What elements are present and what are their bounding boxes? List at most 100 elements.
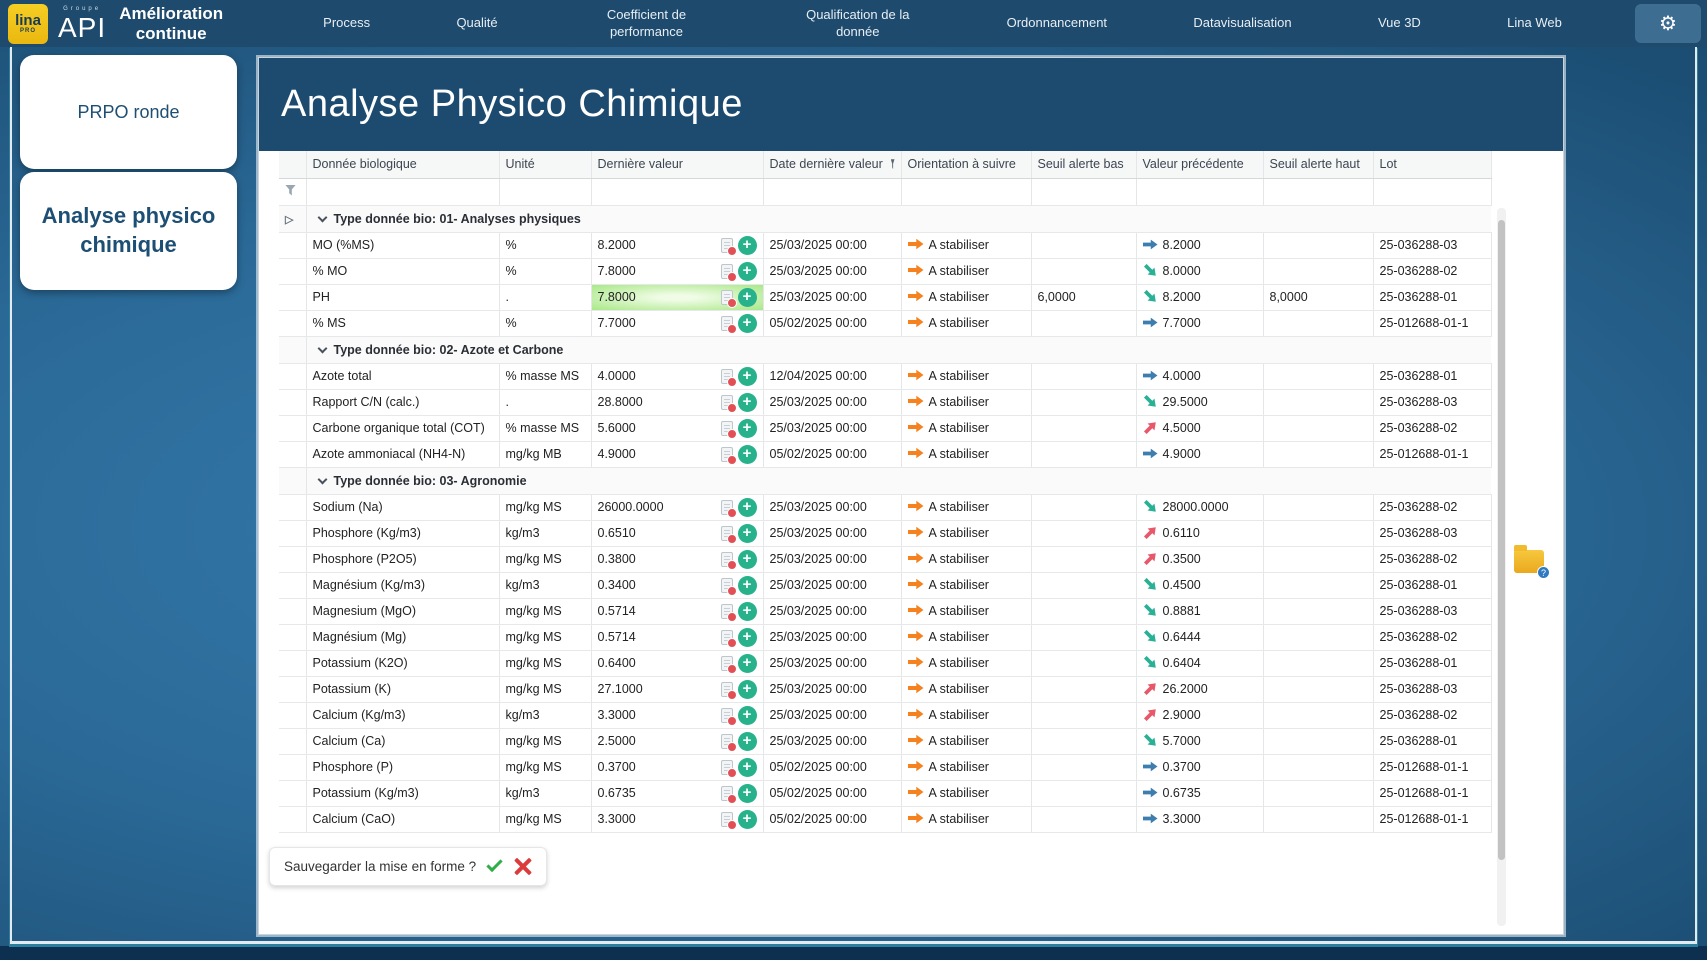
vertical-scrollbar[interactable] xyxy=(1497,208,1506,926)
filter-cell-unite[interactable] xyxy=(499,178,591,205)
history-document-icon[interactable] xyxy=(721,290,733,305)
table-row[interactable]: Magnesium (MgO)mg/kg MS0.5714+25/03/2025… xyxy=(279,598,1491,624)
history-document-icon[interactable] xyxy=(721,316,733,331)
group-row-type-donnee-bio-03-agronomie[interactable]: Type donnée bio: 03- Agronomie xyxy=(279,467,1491,494)
history-document-icon[interactable] xyxy=(721,708,733,723)
add-value-button[interactable]: + xyxy=(738,550,757,569)
add-value-button[interactable]: + xyxy=(738,680,757,699)
filter-cell-valeur-precedente[interactable] xyxy=(1136,178,1263,205)
column-header-seuil-alerte-haut[interactable]: Seuil alerte haut xyxy=(1263,151,1373,178)
column-header-orientation-a-suivre[interactable]: Orientation à suivre xyxy=(901,151,1031,178)
nav-item-datavisualisation[interactable]: Datavisualisation xyxy=(1193,15,1291,31)
history-document-icon[interactable] xyxy=(721,604,733,619)
add-value-button[interactable]: + xyxy=(738,706,757,725)
table-row[interactable]: % MO%7.8000+25/03/2025 00:00A stabiliser… xyxy=(279,258,1491,284)
table-row[interactable]: MO (%MS)%8.2000+25/03/2025 00:00A stabil… xyxy=(279,232,1491,258)
history-document-icon[interactable] xyxy=(721,682,733,697)
table-row[interactable]: PH.7.8000+25/03/2025 00:00A stabiliser6,… xyxy=(279,284,1491,310)
table-row[interactable]: Phosphore (Kg/m3)kg/m30.6510+25/03/2025 … xyxy=(279,520,1491,546)
history-document-icon[interactable] xyxy=(721,578,733,593)
table-row[interactable]: Phosphore (P2O5)mg/kg MS0.3800+25/03/202… xyxy=(279,546,1491,572)
nav-item-qualite[interactable]: Qualité xyxy=(456,15,497,31)
history-document-icon[interactable] xyxy=(721,552,733,567)
add-value-button[interactable]: + xyxy=(738,314,757,333)
history-document-icon[interactable] xyxy=(721,656,733,671)
column-header-donnee-biologique[interactable]: Donnée biologique xyxy=(306,151,499,178)
lina-logo[interactable]: lina PRO xyxy=(8,4,48,44)
table-row[interactable]: Potassium (K2O)mg/kg MS0.6400+25/03/2025… xyxy=(279,650,1491,676)
history-document-icon[interactable] xyxy=(721,526,733,541)
add-value-button[interactable]: + xyxy=(738,524,757,543)
chevron-down-icon[interactable] xyxy=(317,212,327,222)
add-value-button[interactable]: + xyxy=(738,576,757,595)
column-header-valeur-precedente[interactable]: Valeur précédente xyxy=(1136,151,1263,178)
nav-item-lina-web[interactable]: Lina Web xyxy=(1507,15,1562,31)
table-row[interactable]: Phosphore (P)mg/kg MS0.3700+05/02/2025 0… xyxy=(279,754,1491,780)
add-value-button[interactable]: + xyxy=(738,628,757,647)
table-row[interactable]: % MS%7.7000+05/02/2025 00:00A stabiliser… xyxy=(279,310,1491,336)
history-document-icon[interactable] xyxy=(721,500,733,515)
cancel-x-icon[interactable] xyxy=(513,857,532,876)
chevron-down-icon[interactable] xyxy=(317,474,327,484)
table-row[interactable]: Potassium (Kg/m3)kg/m30.6735+05/02/2025 … xyxy=(279,780,1491,806)
nav-item-ordonnancement[interactable]: Ordonnancement xyxy=(1007,15,1107,31)
group-row-type-donnee-bio-02-azote-et-carbone[interactable]: Type donnée bio: 02- Azote et Carbone xyxy=(279,336,1491,363)
sidebar-item-prpo-ronde[interactable]: PRPO ronde xyxy=(20,55,237,169)
history-document-icon[interactable] xyxy=(721,264,733,279)
folder-icon[interactable]: ? xyxy=(1514,550,1544,573)
api-logo[interactable]: Groupe API xyxy=(58,6,106,42)
table-row[interactable]: Azote total% masse MS4.0000+12/04/2025 0… xyxy=(279,363,1491,389)
settings-button[interactable]: ⚙ xyxy=(1635,4,1701,43)
table-row[interactable]: Sodium (Na)mg/kg MS26000.0000+25/03/2025… xyxy=(279,494,1491,520)
expand-arrow-icon[interactable]: ▷ xyxy=(285,214,293,226)
add-value-button[interactable]: + xyxy=(738,732,757,751)
filter-cell-derniere-valeur[interactable] xyxy=(591,178,763,205)
filter-cell-date-derniere-valeur[interactable] xyxy=(763,178,901,205)
column-header-unite[interactable]: Unité xyxy=(499,151,591,178)
add-value-button[interactable]: + xyxy=(738,367,757,386)
table-row[interactable]: Rapport C/N (calc.).28.8000+25/03/2025 0… xyxy=(279,389,1491,415)
nav-item-vue-3d[interactable]: Vue 3D xyxy=(1378,15,1421,31)
add-value-button[interactable]: + xyxy=(738,419,757,438)
table-row[interactable]: Potassium (K)mg/kg MS27.1000+25/03/2025 … xyxy=(279,676,1491,702)
table-row[interactable]: Magnésium (Kg/m3)kg/m30.3400+25/03/2025 … xyxy=(279,572,1491,598)
nav-item-qualification-de-la-donnee[interactable]: Qualification de la donnée xyxy=(795,7,920,40)
table-row[interactable]: Carbone organique total (COT)% masse MS5… xyxy=(279,415,1491,441)
add-value-button[interactable]: + xyxy=(738,393,757,412)
column-header-derniere-valeur[interactable]: Dernière valeur xyxy=(591,151,763,178)
history-document-icon[interactable] xyxy=(721,447,733,462)
scrollbar-thumb[interactable] xyxy=(1498,220,1505,860)
filter-cell-lot[interactable] xyxy=(1373,178,1491,205)
filter-cell-seuil-alerte-bas[interactable] xyxy=(1031,178,1136,205)
history-document-icon[interactable] xyxy=(721,630,733,645)
chevron-down-icon[interactable] xyxy=(317,343,327,353)
history-document-icon[interactable] xyxy=(721,238,733,253)
history-document-icon[interactable] xyxy=(721,812,733,827)
history-document-icon[interactable] xyxy=(721,760,733,775)
add-value-button[interactable]: + xyxy=(738,758,757,777)
column-filter-icon[interactable] xyxy=(891,159,895,169)
filter-cell-orientation-a-suivre[interactable] xyxy=(901,178,1031,205)
nav-item-coefficient-de-performance[interactable]: Coefficient de performance xyxy=(584,7,709,40)
add-value-button[interactable]: + xyxy=(738,262,757,281)
column-header-lot[interactable]: Lot xyxy=(1373,151,1491,178)
history-document-icon[interactable] xyxy=(721,369,733,384)
add-value-button[interactable]: + xyxy=(738,810,757,829)
history-document-icon[interactable] xyxy=(721,734,733,749)
add-value-button[interactable]: + xyxy=(738,288,757,307)
sidebar-item-analyse-physico-chimique[interactable]: Analyse physico chimique xyxy=(20,172,237,290)
add-value-button[interactable]: + xyxy=(738,602,757,621)
table-row[interactable]: Calcium (Ca)mg/kg MS2.5000+25/03/2025 00… xyxy=(279,728,1491,754)
group-row-type-donnee-bio-01-analyses-physiques[interactable]: ▷Type donnée bio: 01- Analyses physiques xyxy=(279,205,1491,232)
table-row[interactable]: Azote ammoniacal (NH4-N)mg/kg MB4.9000+0… xyxy=(279,441,1491,467)
table-row[interactable]: Magnésium (Mg)mg/kg MS0.5714+25/03/2025 … xyxy=(279,624,1491,650)
add-value-button[interactable]: + xyxy=(738,498,757,517)
history-document-icon[interactable] xyxy=(721,395,733,410)
confirm-check-icon[interactable] xyxy=(486,855,502,871)
add-value-button[interactable]: + xyxy=(738,236,757,255)
add-value-button[interactable]: + xyxy=(738,445,757,464)
history-document-icon[interactable] xyxy=(721,786,733,801)
table-row[interactable]: Calcium (Kg/m3)kg/m33.3000+25/03/2025 00… xyxy=(279,702,1491,728)
table-row[interactable]: Calcium (CaO)mg/kg MS3.3000+05/02/2025 0… xyxy=(279,806,1491,832)
add-value-button[interactable]: + xyxy=(738,784,757,803)
